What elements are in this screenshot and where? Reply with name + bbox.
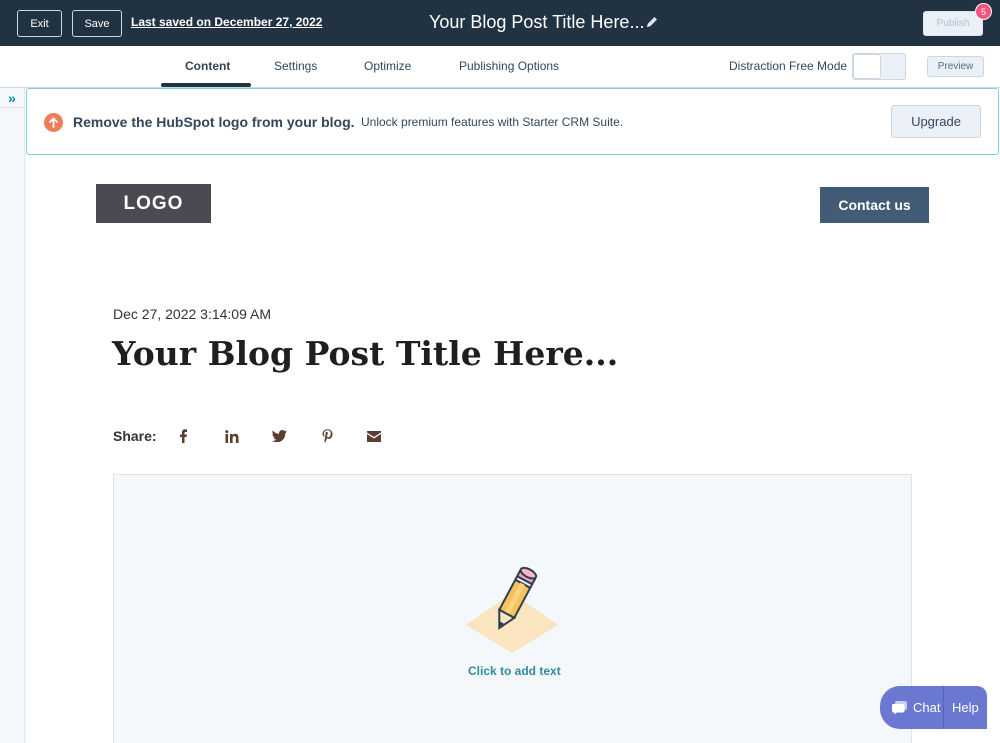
pinterest-icon[interactable] xyxy=(317,426,337,446)
chat-bubble-icon xyxy=(892,700,907,714)
active-tab-indicator xyxy=(161,83,251,87)
logo[interactable]: LOGO xyxy=(96,184,211,223)
preview-button[interactable]: Preview xyxy=(927,56,984,77)
tab-settings[interactable]: Settings xyxy=(274,59,317,73)
contact-us-button[interactable]: Contact us xyxy=(820,187,929,223)
chat-help-widget: Chat Help xyxy=(880,686,987,729)
divider xyxy=(0,107,25,108)
post-heading[interactable]: Your Blog Post Title Here... xyxy=(112,334,618,373)
linkedin-icon[interactable] xyxy=(222,426,242,446)
editor-tabs-bar: Content Settings Optimize Publishing Opt… xyxy=(0,46,1000,88)
exit-button[interactable]: Exit xyxy=(17,10,62,37)
editor-top-bar: Exit Save Last saved on December 27, 202… xyxy=(0,0,1000,46)
twitter-icon[interactable] xyxy=(269,426,289,446)
post-title[interactable]: Your Blog Post Title Here... xyxy=(429,12,644,33)
share-label: Share: xyxy=(113,428,157,444)
click-to-add-text-link[interactable]: Click to add text xyxy=(468,664,561,678)
upgrade-banner: Remove the HubSpot logo from your blog. … xyxy=(26,88,999,155)
post-date: Dec 27, 2022 3:14:09 AM xyxy=(113,306,271,322)
facebook-icon[interactable] xyxy=(173,426,193,446)
chat-label: Chat xyxy=(913,700,941,715)
last-saved-link[interactable]: Last saved on December 27, 2022 xyxy=(131,15,322,29)
distraction-free-label: Distraction Free Mode xyxy=(729,59,848,73)
help-button[interactable]: Help xyxy=(944,700,979,715)
arrow-up-circle-icon xyxy=(44,113,63,132)
toggle-knob xyxy=(853,54,881,79)
email-icon[interactable] xyxy=(364,426,384,446)
pencil-illustration-icon[interactable] xyxy=(464,563,560,653)
expand-sidebar-icon[interactable]: » xyxy=(3,90,21,106)
publish-button[interactable]: Publish xyxy=(923,11,983,36)
save-button[interactable]: Save xyxy=(72,10,122,37)
pencil-icon[interactable] xyxy=(644,14,660,30)
notification-badge: 5 xyxy=(975,3,992,20)
chat-button[interactable]: Chat xyxy=(880,686,944,729)
tab-publishing-options[interactable]: Publishing Options xyxy=(459,59,559,73)
banner-title: Remove the HubSpot logo from your blog. xyxy=(73,114,355,130)
upgrade-button[interactable]: Upgrade xyxy=(891,105,981,138)
banner-text: Unlock premium features with Starter CRM… xyxy=(361,115,624,129)
tab-optimize[interactable]: Optimize xyxy=(364,59,411,73)
tab-content[interactable]: Content xyxy=(185,59,230,73)
left-sidebar-collapsed xyxy=(0,88,25,743)
distraction-free-toggle[interactable] xyxy=(852,53,906,80)
